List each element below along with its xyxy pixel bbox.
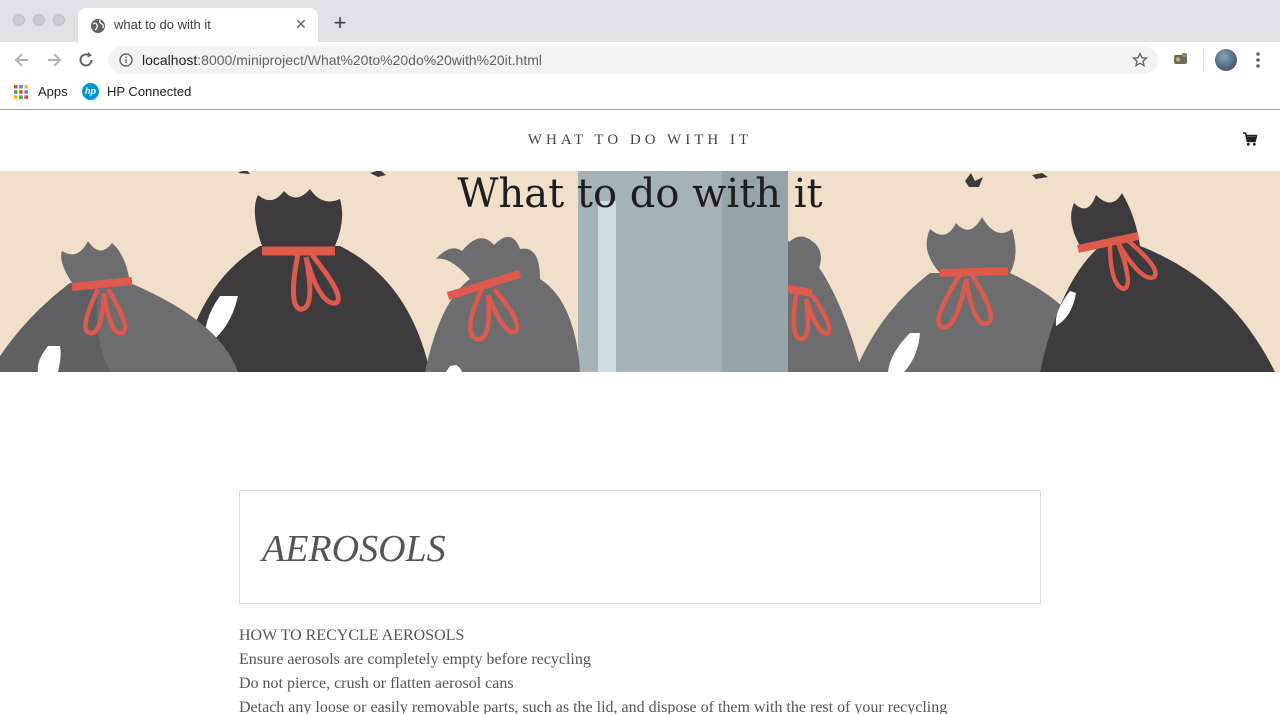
site-info-icon[interactable] [119, 53, 133, 67]
maximize-window-button[interactable] [53, 14, 65, 26]
bookmark-hp-connected[interactable]: HP Connected [107, 84, 191, 99]
instruction-line: Ensure aerosols are completely empty bef… [239, 651, 591, 668]
browser-tab[interactable]: what to do with it ✕ [78, 8, 318, 42]
instructions-subheading: HOW TO RECYCLE AEROSOLS [239, 627, 465, 644]
bookmark-apps[interactable]: Apps [38, 84, 68, 99]
profile-avatar[interactable] [1215, 49, 1237, 71]
apps-grid-icon[interactable] [14, 85, 28, 99]
recycling-instructions: HOW TO RECYCLE AEROSOLS Ensure aerosols … [239, 626, 1041, 714]
site-header: WHAT TO DO WITH IT [0, 111, 1280, 171]
tab-title: what to do with it [114, 17, 211, 32]
reload-icon[interactable] [76, 50, 96, 70]
url-text: localhost:8000/miniproject/What%20to%20d… [142, 52, 542, 68]
minimize-window-button[interactable] [33, 14, 45, 26]
menu-kebab-icon[interactable] [1250, 50, 1266, 70]
bookmarks-bar: Apps hp HP Connected [0, 78, 1280, 110]
forward-arrow-icon[interactable] [44, 50, 64, 70]
cart-icon[interactable] [1242, 131, 1258, 147]
close-tab-icon[interactable]: ✕ [292, 15, 310, 33]
globe-icon [91, 19, 105, 33]
new-tab-button[interactable]: + [330, 12, 350, 34]
instruction-line: Do not pierce, crush or flatten aerosol … [239, 675, 514, 692]
url-path: :8000/miniproject/What%20to%20do%20with%… [197, 52, 543, 68]
hero-banner: What to do with it [0, 171, 1280, 372]
close-window-button[interactable] [13, 14, 25, 26]
url-host: localhost [142, 52, 198, 68]
bookmark-star-icon[interactable] [1132, 52, 1148, 68]
hp-logo-icon[interactable]: hp [82, 83, 99, 100]
back-arrow-icon[interactable] [12, 50, 32, 70]
toolbar-divider [1203, 50, 1204, 70]
browser-tab-strip: what to do with it ✕ + [0, 0, 1280, 42]
address-bar[interactable]: localhost:8000/miniproject/What%20to%20d… [108, 46, 1158, 74]
hero-title: What to do with it [457, 171, 823, 217]
section-heading: AEROSOLS [262, 528, 446, 570]
section-title-card: AEROSOLS [239, 490, 1041, 604]
site-title-link[interactable]: WHAT TO DO WITH IT [0, 132, 1280, 149]
instruction-line: Detach any loose or easily removable par… [239, 699, 948, 714]
extension-icon[interactable] [1172, 50, 1190, 68]
browser-toolbar: localhost:8000/miniproject/What%20to%20d… [0, 42, 1280, 78]
